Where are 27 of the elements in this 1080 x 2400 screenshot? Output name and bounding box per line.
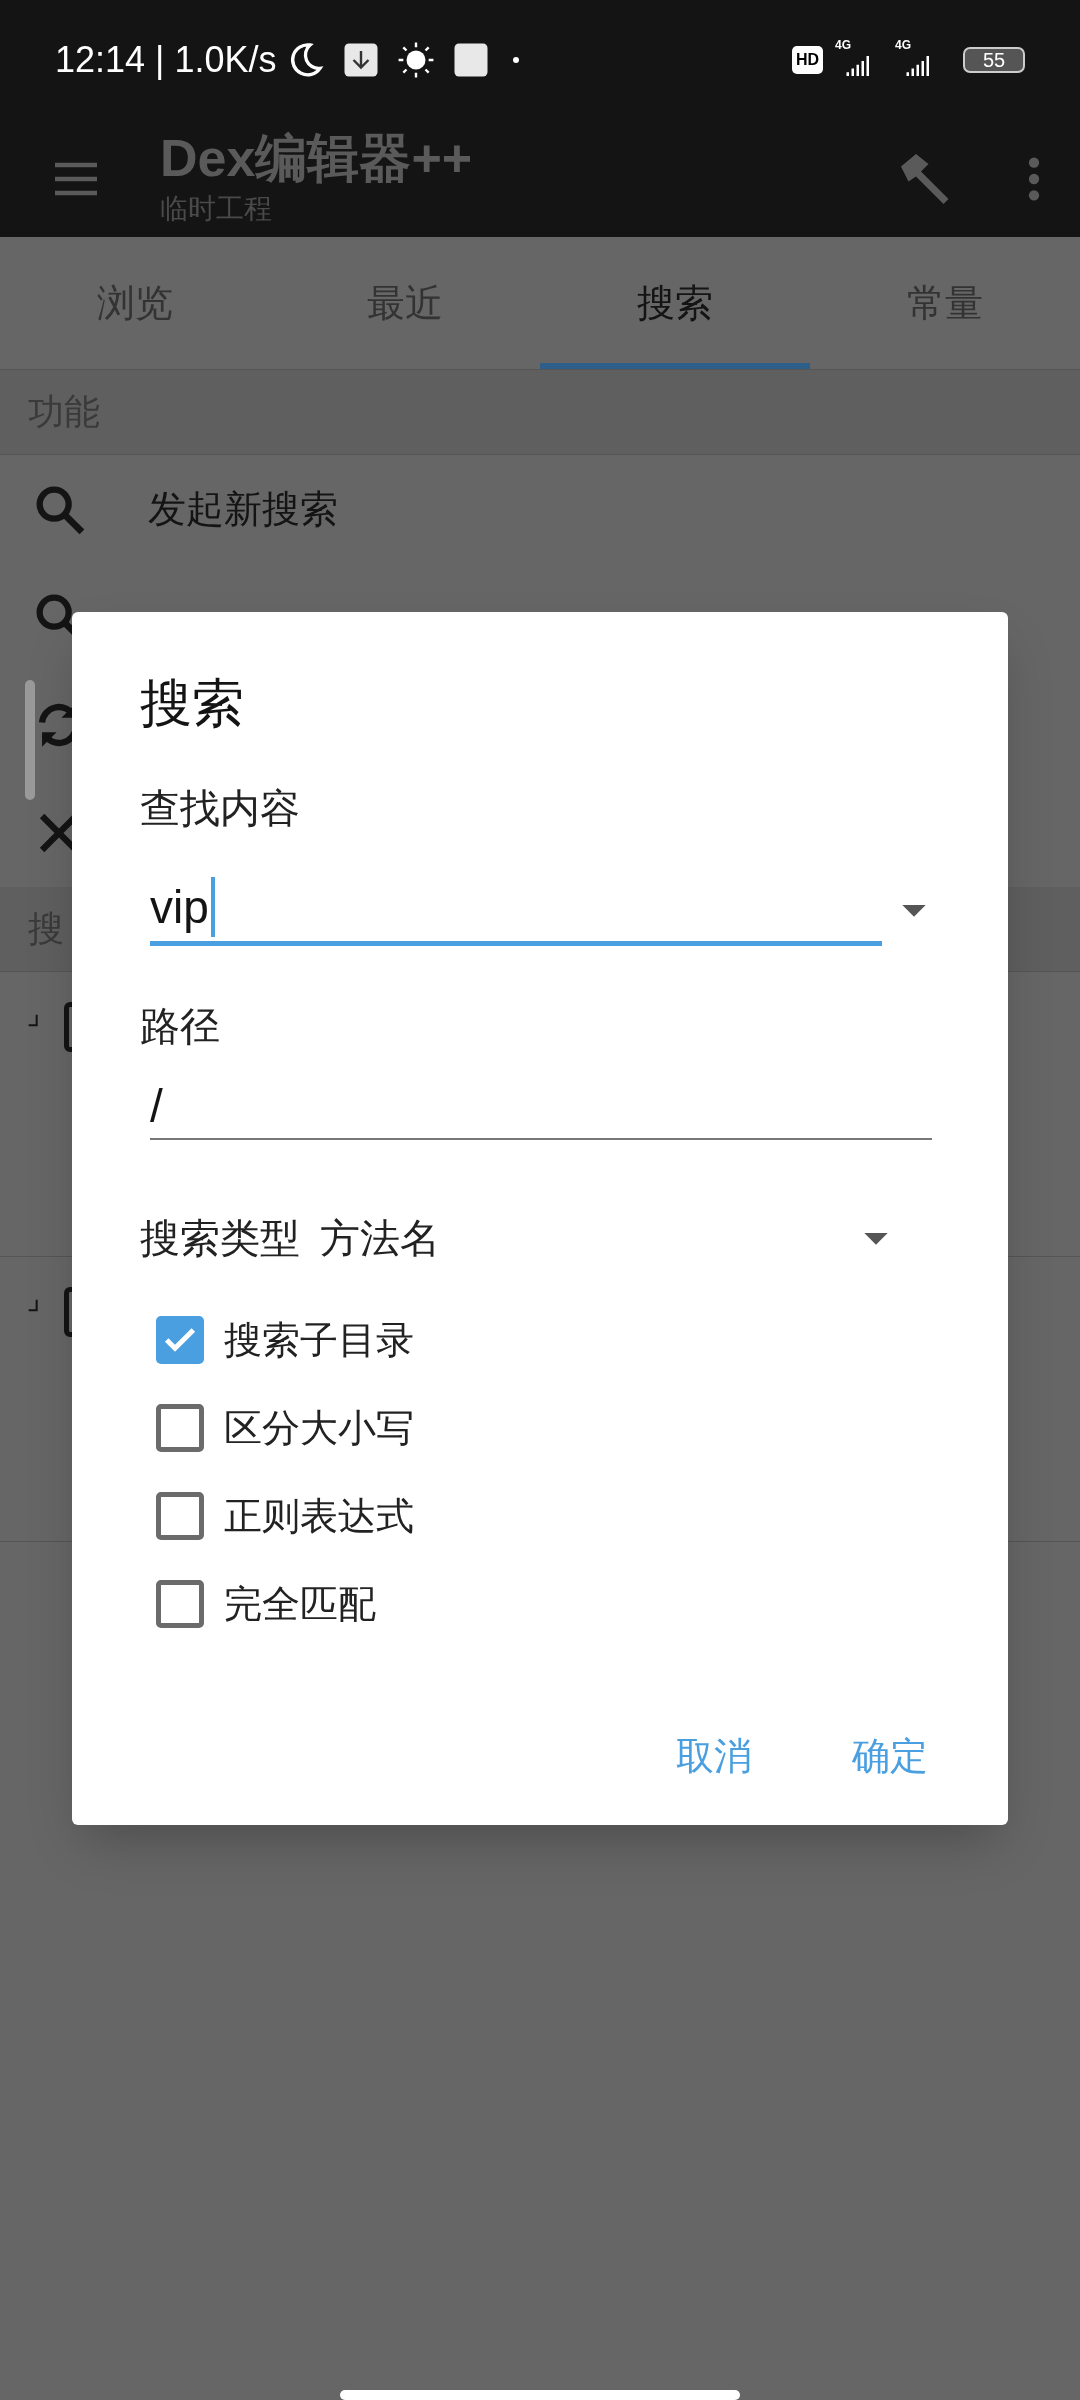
type-label: 搜索类型 bbox=[140, 1215, 300, 1262]
option-label: 搜索子目录 bbox=[224, 1321, 414, 1359]
checkbox[interactable] bbox=[156, 1316, 204, 1364]
type-value[interactable]: 方法名 bbox=[320, 1208, 440, 1268]
app-title: Dex编辑器++ bbox=[160, 127, 473, 188]
path-field[interactable]: / bbox=[150, 1068, 932, 1140]
option-label: 区分大小写 bbox=[224, 1409, 414, 1447]
checkbox[interactable] bbox=[156, 1404, 204, 1452]
dialog-button[interactable]: 确定 bbox=[852, 1728, 928, 1785]
status-time: 12:14 | 1.0K/s bbox=[55, 38, 277, 82]
brightness-icon bbox=[396, 41, 435, 79]
dialog-title: 搜索 bbox=[140, 673, 245, 734]
option-label: 正则表达式 bbox=[224, 1497, 414, 1535]
network-label: 4G bbox=[835, 39, 851, 51]
menu-item[interactable]: 发起新搜索 bbox=[148, 480, 338, 538]
query-field[interactable]: vip bbox=[150, 874, 882, 946]
checkbox[interactable] bbox=[156, 1580, 204, 1628]
option-label: 完全匹配 bbox=[224, 1585, 376, 1623]
hd-badge: HD bbox=[791, 46, 823, 74]
field-label: 路径 bbox=[140, 1003, 221, 1050]
dialog-button[interactable]: 取消 bbox=[676, 1728, 752, 1785]
network-label: 4G bbox=[895, 39, 911, 51]
download-icon bbox=[342, 42, 379, 78]
field-label: 查找内容 bbox=[140, 785, 301, 832]
checkbox[interactable] bbox=[156, 1492, 204, 1540]
notification-icon bbox=[452, 42, 489, 78]
battery-icon: 55 bbox=[963, 47, 1025, 73]
